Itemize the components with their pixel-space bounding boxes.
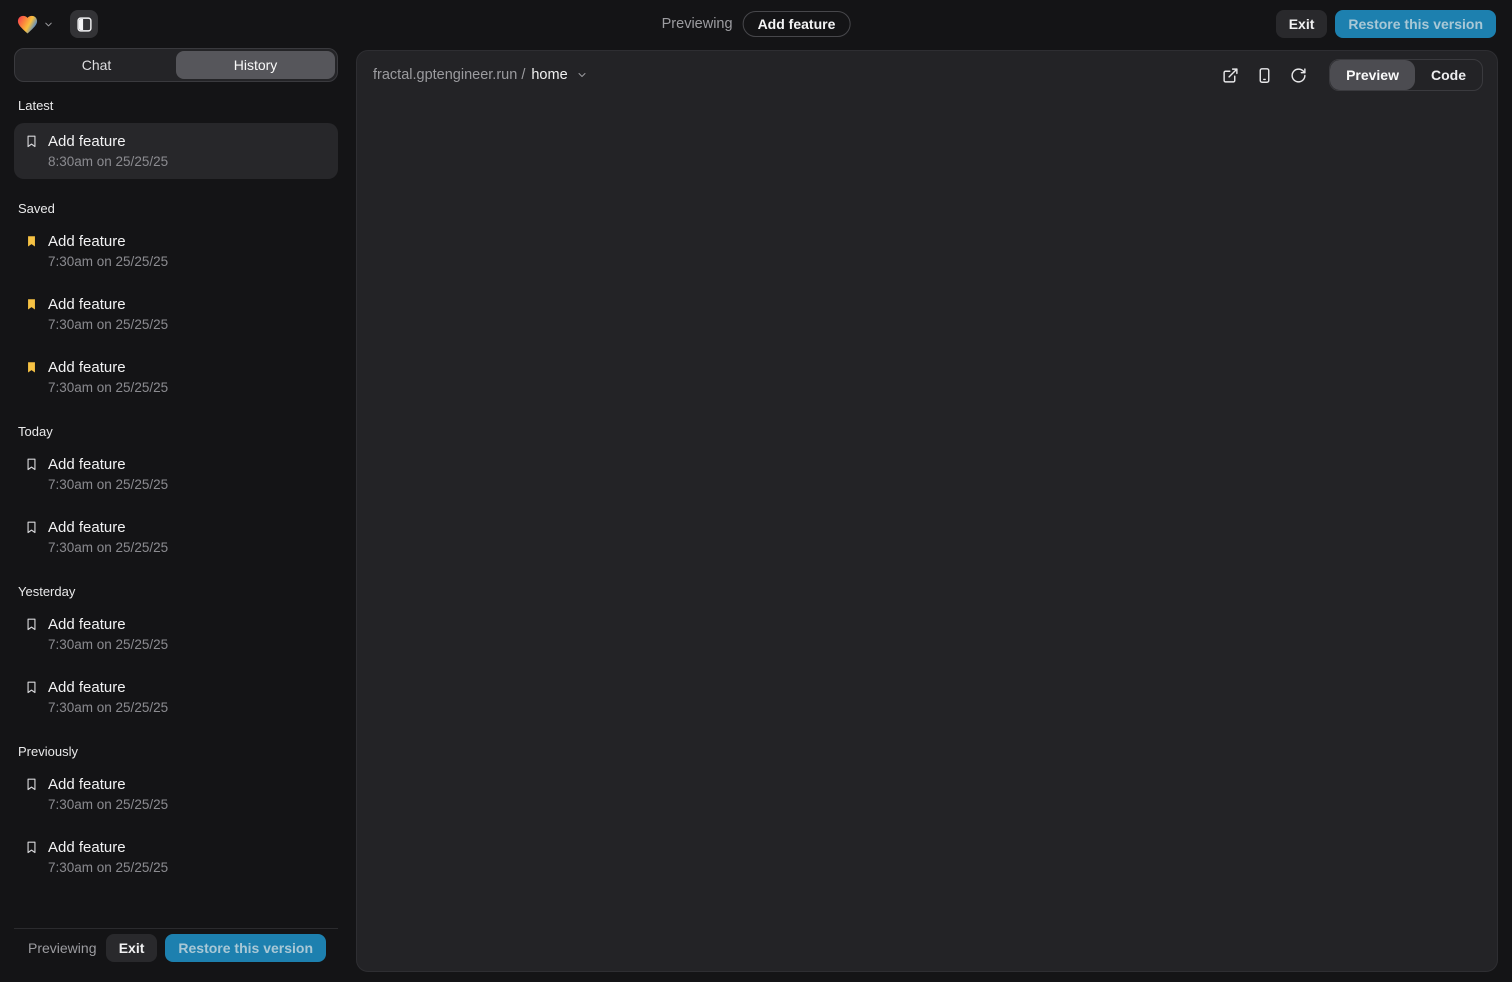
- topbar: Previewing Add feature Exit Restore this…: [0, 0, 1512, 48]
- url-page: home: [531, 67, 567, 83]
- bookmark-outline-icon: [24, 457, 39, 472]
- history-item-title: Add feature: [48, 839, 126, 856]
- history-item[interactable]: Add feature 7:30am on 25/25/25: [14, 769, 338, 819]
- preview-viewport: [357, 99, 1497, 971]
- preview-code-tabs: Preview Code: [1329, 59, 1483, 91]
- history-item-timestamp: 7:30am on 25/25/25: [24, 797, 328, 812]
- preview-panel-header: fractal.gptengineer.run / home: [357, 51, 1497, 99]
- external-link-icon: [1222, 67, 1239, 84]
- tab-chat[interactable]: Chat: [17, 51, 176, 79]
- preview-panel: fractal.gptengineer.run / home: [356, 50, 1498, 972]
- bookmark-outline-icon: [24, 680, 39, 695]
- history-item-timestamp: 7:30am on 25/25/25: [24, 860, 328, 875]
- sidebar-footer: Previewing Exit Restore this version: [14, 928, 338, 967]
- history-item-timestamp: 7:30am on 25/25/25: [24, 477, 328, 492]
- mobile-view-button[interactable]: [1249, 60, 1279, 90]
- version-badge: Add feature: [743, 11, 851, 37]
- history-section-title: Latest: [18, 98, 334, 113]
- mobile-icon: [1256, 67, 1273, 84]
- panel-left-icon: [76, 16, 93, 33]
- history-item[interactable]: Add feature 7:30am on 25/25/25: [14, 352, 338, 402]
- tab-preview[interactable]: Preview: [1330, 60, 1415, 90]
- history-item[interactable]: Add feature 8:30am on 25/25/25: [14, 123, 338, 179]
- refresh-button[interactable]: [1283, 60, 1313, 90]
- history-item-timestamp: 7:30am on 25/25/25: [24, 317, 328, 332]
- exit-button[interactable]: Exit: [106, 934, 158, 962]
- history-item-title: Add feature: [48, 519, 126, 536]
- history-item[interactable]: Add feature 7:30am on 25/25/25: [14, 832, 338, 882]
- restore-version-button[interactable]: Restore this version: [1335, 10, 1496, 38]
- open-external-button[interactable]: [1215, 60, 1245, 90]
- bookmark-filled-icon: [24, 360, 39, 375]
- history-item[interactable]: Add feature 7:30am on 25/25/25: [14, 609, 338, 659]
- history-list: Latest Add feature 8:30am on 25/25/25 Sa…: [14, 82, 338, 928]
- history-item-timestamp: 7:30am on 25/25/25: [24, 700, 328, 715]
- history-item-title: Add feature: [48, 133, 126, 150]
- history-item[interactable]: Add feature 7:30am on 25/25/25: [14, 672, 338, 722]
- history-item-title: Add feature: [48, 456, 126, 473]
- bookmark-outline-icon: [24, 520, 39, 535]
- url-selector[interactable]: fractal.gptengineer.run / home: [373, 67, 588, 83]
- history-item-timestamp: 8:30am on 25/25/25: [24, 154, 328, 169]
- previewing-status-label: Previewing: [28, 940, 98, 956]
- bookmark-outline-icon: [24, 134, 39, 149]
- history-item-title: Add feature: [48, 776, 126, 793]
- history-section-title: Previously: [18, 744, 334, 759]
- previewing-status-label: Previewing: [662, 16, 733, 32]
- lovable-heart-icon: [16, 13, 39, 36]
- history-item[interactable]: Add feature 7:30am on 25/25/25: [14, 512, 338, 562]
- history-section-title: Yesterday: [18, 584, 334, 599]
- history-item-title: Add feature: [48, 359, 126, 376]
- refresh-icon: [1290, 67, 1307, 84]
- history-item-timestamp: 7:30am on 25/25/25: [24, 380, 328, 395]
- app-logo-menu[interactable]: [16, 13, 54, 36]
- restore-version-button[interactable]: Restore this version: [165, 934, 326, 962]
- bookmark-filled-icon: [24, 297, 39, 312]
- sidebar-toggle-button[interactable]: [70, 10, 98, 38]
- bookmark-outline-icon: [24, 617, 39, 632]
- bookmark-outline-icon: [24, 777, 39, 792]
- chevron-down-icon: [43, 19, 54, 30]
- chat-history-tabs: Chat History: [14, 48, 338, 82]
- history-item-timestamp: 7:30am on 25/25/25: [24, 254, 328, 269]
- history-item-title: Add feature: [48, 616, 126, 633]
- url-prefix: fractal.gptengineer.run /: [373, 67, 525, 83]
- history-item[interactable]: Add feature 7:30am on 25/25/25: [14, 449, 338, 499]
- history-item-title: Add feature: [48, 296, 126, 313]
- history-item-timestamp: 7:30am on 25/25/25: [24, 637, 328, 652]
- history-item-title: Add feature: [48, 233, 126, 250]
- history-sidebar: Chat History Latest Add feature 8:30am o…: [14, 48, 338, 967]
- history-section-title: Today: [18, 424, 334, 439]
- tab-code[interactable]: Code: [1415, 60, 1482, 90]
- history-item[interactable]: Add feature 7:30am on 25/25/25: [14, 226, 338, 276]
- tab-history[interactable]: History: [176, 51, 335, 79]
- history-item-timestamp: 7:30am on 25/25/25: [24, 540, 328, 555]
- bookmark-outline-icon: [24, 840, 39, 855]
- history-section-title: Saved: [18, 201, 334, 216]
- history-item-title: Add feature: [48, 679, 126, 696]
- exit-button[interactable]: Exit: [1276, 10, 1328, 38]
- bookmark-filled-icon: [24, 234, 39, 249]
- chevron-down-icon: [576, 69, 588, 81]
- history-item[interactable]: Add feature 7:30am on 25/25/25: [14, 289, 338, 339]
